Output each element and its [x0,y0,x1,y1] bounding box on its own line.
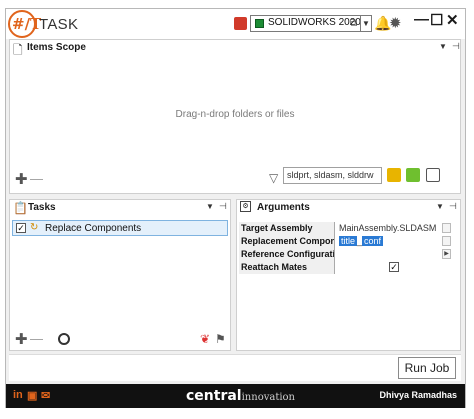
panel-menu-caret-icon[interactable]: ▼ [439,42,447,51]
arg-value[interactable] [336,248,441,261]
pin-icon[interactable]: ⊣ [452,41,460,52]
solidworks-icon[interactable] [234,17,247,30]
browse-button[interactable] [442,236,451,246]
app-window: #/T TASK SOLIDWORKS 2020 ⧉ ▼ 🔔 ✹ — ☐ ✕ 🗋… [5,8,466,408]
maximize-button[interactable]: ☐ [430,11,443,29]
task-settings-icon[interactable]: ⚑ [215,332,226,346]
pin-icon[interactable]: ⊣ [449,201,457,212]
arg-value[interactable]: MainAssembly.SLDASM [336,222,441,235]
task-logo-icon: #/T [8,10,41,38]
items-scope-header: 🗋 Items Scope ▼ ⊣ [10,40,460,57]
brand-logo: centralinnovation [186,387,295,404]
chevron-right-icon[interactable]: ▶ [442,249,451,259]
arg-name: Reference Configuration [239,248,335,261]
reattach-mates-checkbox[interactable]: ✓ [389,262,399,272]
tasks-title: Tasks [28,202,56,213]
table-row: Replacement Component title_conf [239,235,457,248]
task-checkbox[interactable]: ✓ [16,223,26,233]
add-icon[interactable]: ✚ [15,170,28,188]
arg-name: Replacement Component [239,235,335,248]
arg-name: Target Assembly [239,222,335,235]
window-mode-icon: ⧉ [349,18,357,29]
items-scope-title: Items Scope [27,42,86,53]
title-bar: #/T TASK SOLIDWORKS 2020 ⧉ ▼ 🔔 ✹ — ☐ ✕ [6,9,465,39]
version-label: SOLIDWORKS 2020 [268,17,361,28]
grid-view-icon[interactable] [426,168,440,182]
email-icon[interactable]: ✉ [41,389,50,402]
drop-hint[interactable]: Drag-n-drop folders or files [10,109,460,120]
arguments-panel: ⚙ Arguments ▼ ⊣ Target Assembly MainAsse… [236,199,461,351]
close-button[interactable]: ✕ [446,11,459,29]
items-scope-panel: 🗋 Items Scope ▼ ⊣ Drag-n-drop folders or… [9,39,461,194]
brand-bold: central [186,388,242,404]
version-select[interactable]: SOLIDWORKS 2020 ⧉ [250,15,362,32]
task-library-icon[interactable]: ❦ [200,332,210,346]
filter-icon: ▽ [269,171,279,185]
table-row: Reference Configuration ▶ [239,248,457,261]
table-row: Target Assembly MainAssembly.SLDASM [239,222,457,235]
minimize-button[interactable]: — [414,11,429,28]
run-job-button[interactable]: Run Job [398,357,456,379]
remove-icon[interactable]: — [30,171,43,186]
arguments-icon: ⚙ [240,201,251,212]
add-assembly-icon[interactable] [406,168,420,182]
browse-button[interactable] [442,223,451,233]
add-icon[interactable]: ✚ [15,330,28,348]
document-icon: 🗋 [13,43,23,57]
list-item[interactable]: ✓ ↻ Replace Components [12,220,228,236]
run-job-bar: Run Job [9,354,461,381]
remove-icon[interactable]: — [30,331,43,346]
pin-icon[interactable]: ⊣ [219,201,227,212]
arg-name: Reattach Mates [239,261,335,274]
globe-icon[interactable] [58,333,70,345]
replace-components-icon: ↻ [30,222,39,233]
token-chip[interactable]: title [339,236,358,246]
clipboard-icon: 📋 [13,201,28,215]
tasks-header: 📋 Tasks ▼ ⊣ [10,200,230,216]
linkedin-icon[interactable]: in [13,389,23,401]
user-name: Dhivya Ramadhas [379,390,457,400]
arg-value[interactable]: title _ conf [336,235,441,248]
logo-text: #/T [12,15,42,33]
arguments-title: Arguments [257,202,310,213]
arguments-grid: Target Assembly MainAssembly.SLDASM Repl… [239,222,457,274]
arguments-header: ⚙ Arguments ▼ ⊣ [237,200,460,216]
table-row: Reattach Mates ✓ [239,261,457,274]
gear-icon[interactable]: ✹ [389,14,402,32]
panel-menu-caret-icon[interactable]: ▼ [436,202,444,211]
arg-value[interactable]: ✓ [336,261,441,274]
panel-menu-caret-icon[interactable]: ▼ [206,202,214,211]
footer: in ▣ ✉ centralinnovation Dhivya Ramadhas [6,384,465,408]
youtube-icon[interactable]: ▣ [27,389,37,402]
version-status-icon [255,19,264,28]
token-chip[interactable]: conf [362,236,384,246]
brand-light: innovation [241,392,295,403]
add-part-icon[interactable] [387,168,401,182]
chevron-down-icon[interactable]: ▼ [360,15,372,32]
app-title: TASK [39,16,79,33]
filter-input[interactable]: sldprt, sldasm, slddrw [283,167,382,184]
tasks-panel: 📋 Tasks ▼ ⊣ ✓ ↻ Replace Components ✚ — ❦… [9,199,231,351]
task-label: Replace Components [45,223,142,234]
